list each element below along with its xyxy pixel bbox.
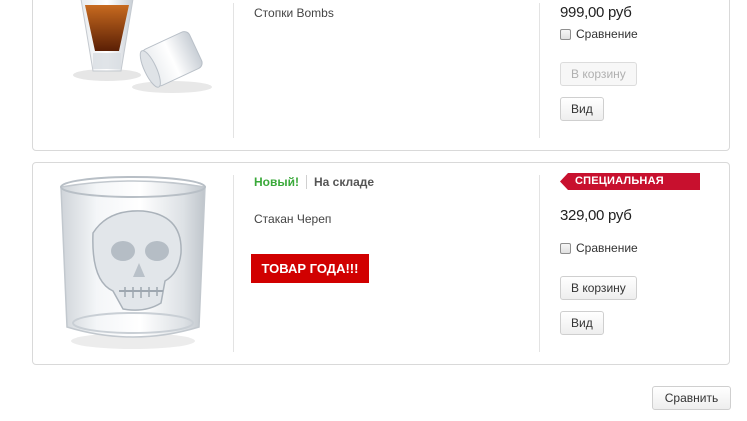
special-ribbon: СПЕЦИАЛЬНАЯ [560, 173, 700, 190]
compare-label: Сравнение [576, 27, 638, 41]
compare-label: Сравнение [576, 241, 638, 255]
column-divider [539, 175, 540, 352]
availability-label: На складе [314, 175, 375, 189]
compare-checkbox-row[interactable]: Сравнение [560, 27, 638, 41]
product-name[interactable]: Стакан Череп [254, 212, 331, 226]
new-badge: Новый! [254, 175, 299, 189]
status-divider [306, 175, 307, 189]
view-button[interactable]: Вид [560, 311, 604, 335]
column-divider [233, 175, 234, 352]
compare-checkbox[interactable] [560, 28, 571, 40]
product-card: Стопки Bombs 999,00 руб Сравнение В корз… [32, 0, 730, 151]
product-image-shot-glasses[interactable] [47, 0, 217, 101]
product-name[interactable]: Стопки Bombs [254, 6, 334, 20]
column-divider [233, 3, 234, 138]
add-to-cart-button[interactable]: В корзину [560, 62, 637, 86]
promo-badge: ТОВАР ГОДА!!! [251, 254, 369, 283]
product-price: 999,00 руб [560, 4, 632, 21]
column-divider [539, 3, 540, 138]
product-card: Новый! На складе Стакан Череп ТОВАР ГОДА… [32, 162, 730, 365]
compare-checkbox[interactable] [560, 242, 571, 254]
compare-checkbox-row[interactable]: Сравнение [560, 241, 638, 255]
compare-button[interactable]: Сравнить [652, 386, 731, 410]
product-price: 329,00 руб [560, 207, 632, 224]
view-button[interactable]: Вид [560, 97, 604, 121]
product-image-skull-glass[interactable] [53, 173, 213, 351]
add-to-cart-button[interactable]: В корзину [560, 276, 637, 300]
product-status: Новый! На складе [254, 175, 374, 189]
